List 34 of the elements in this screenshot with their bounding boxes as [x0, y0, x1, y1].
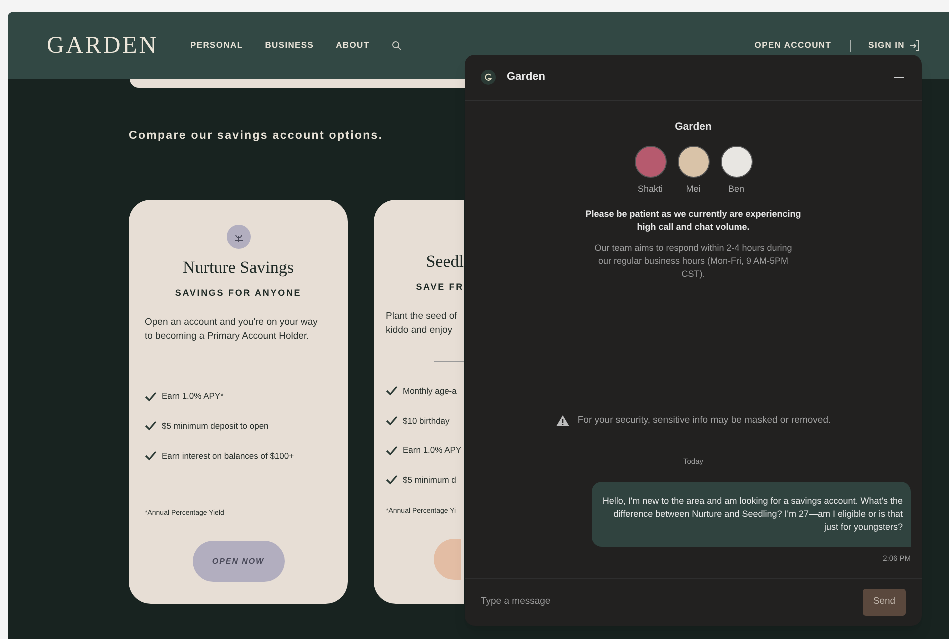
card-subtitle: SAVINGS FOR ANYONE	[175, 286, 302, 300]
open-now-button[interactable]: OPEN NOW	[192, 541, 284, 582]
feature-text: $10 birthday	[403, 414, 450, 428]
card-subtitle: SAVE FR	[416, 280, 464, 294]
open-account-link[interactable]: OPEN ACCOUNT	[754, 39, 832, 52]
card-description-line: Plant the seed of	[386, 310, 458, 324]
card-description-line: Open an account and you're on your way	[145, 316, 319, 330]
card-title: Nurture Savings	[183, 257, 294, 280]
logo: GARDEN	[47, 32, 159, 60]
nav-link[interactable]: ABOUT	[336, 39, 370, 52]
feature-text: $5 minimum d	[403, 474, 456, 487]
notice-text: Please be patient as we currently are experiencing high call and chat volume.	[584, 208, 802, 234]
hours-text: Our team aims to respond within 2-4 hours during our regular business hours (Mon-Fri, 9 AM-5PM CST).	[594, 242, 794, 282]
feature-text: Earn 1.0% APY	[403, 444, 462, 457]
security-notice: For your security, sensitive info may be masked or removed.	[578, 414, 832, 428]
chat-title: Garden	[507, 70, 546, 86]
card-description-line: to becoming a Primary Account Holder.	[145, 330, 310, 344]
message-bubble: Hello, I'm new to the area and am looking for a savings account. What's the difference between Nurture and Seedling? I'm 27—am I eligible or is that just for youngsters?	[592, 482, 911, 547]
section-heading: Compare our savings account options.	[129, 129, 384, 144]
nav-link[interactable]: BUSINESS	[265, 39, 314, 52]
agent-name: Ben	[728, 182, 744, 196]
send-button[interactable]: Send	[863, 589, 906, 616]
agent-name: Shakti	[638, 182, 663, 196]
feature-text: $5 minimum deposit to open	[162, 420, 269, 433]
agent-name: Mei	[686, 182, 701, 196]
sign-in-link[interactable]: SIGN IN	[868, 39, 905, 52]
card-description-line: kiddo and enjoy	[386, 324, 454, 338]
card-title: Seedl	[426, 251, 464, 274]
message-input[interactable]: Type a message	[481, 595, 863, 610]
nav-link[interactable]: PERSONAL	[190, 39, 244, 52]
team-name: Garden	[675, 120, 712, 135]
feature-text: Earn interest on balances of $100+	[162, 450, 294, 462]
feature-text: Monthly age-a	[403, 384, 457, 398]
feature-text: Earn 1.0% APY*	[162, 390, 224, 403]
